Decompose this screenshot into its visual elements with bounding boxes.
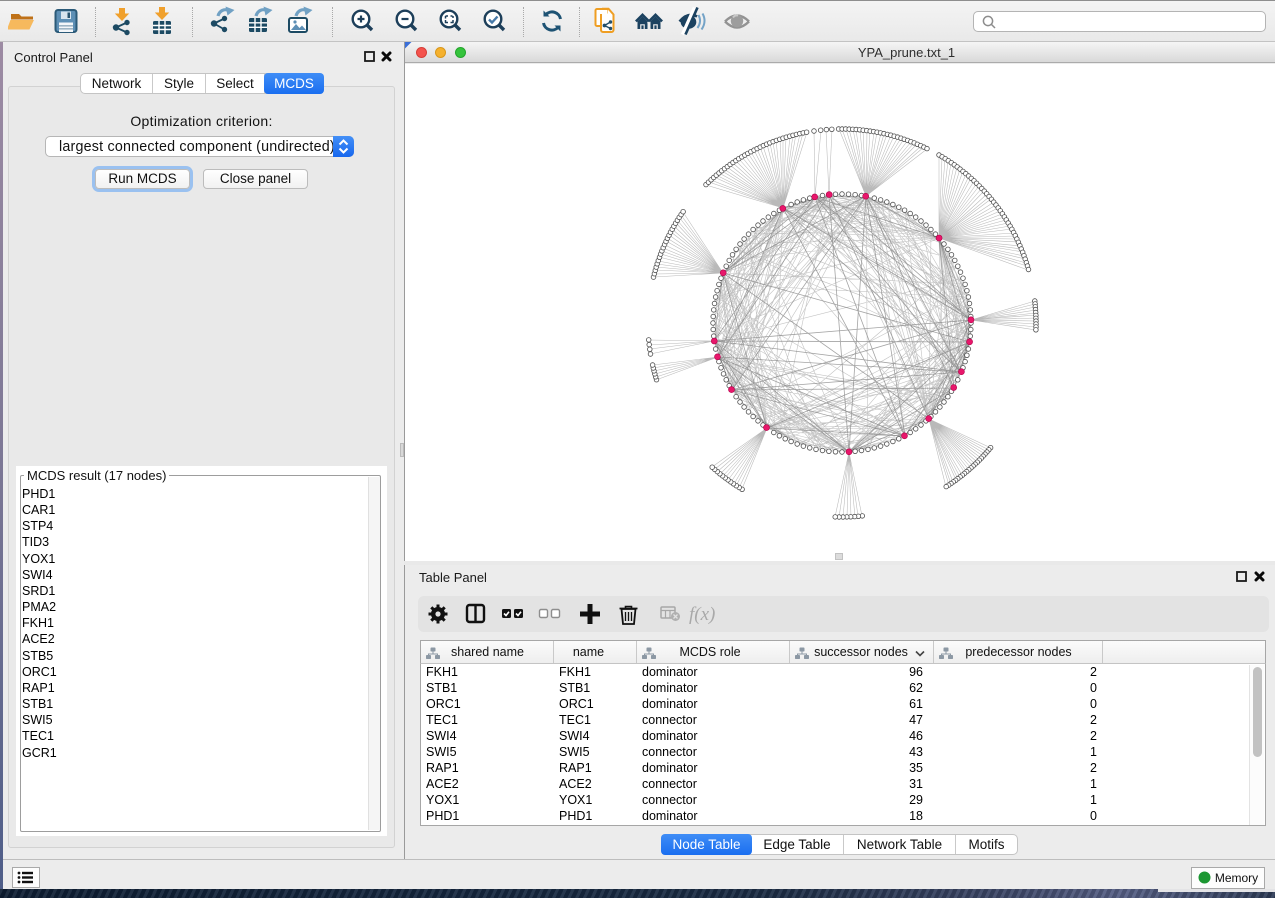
svg-text:f(x): f(x) [689,604,715,625]
